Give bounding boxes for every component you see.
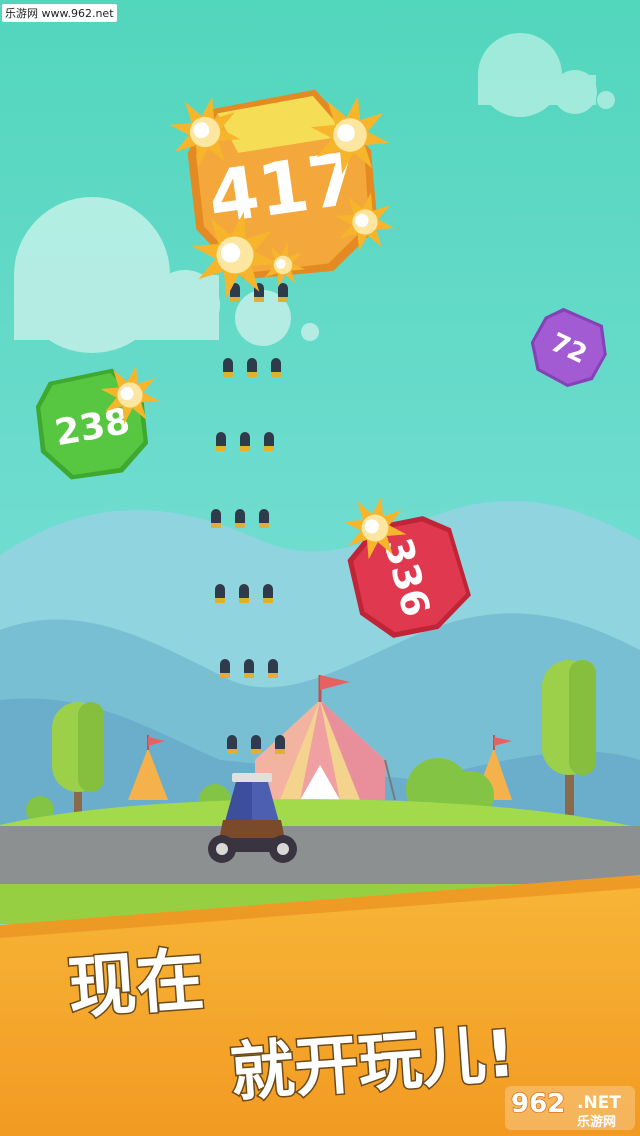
bullet-icon [259,509,269,528]
bullet-icon [271,358,281,377]
bullet-icon [216,432,226,451]
bullet-icon [227,735,237,754]
game-scene: 417 238 336 72 现在 就开玩儿! 962 .NET 乐游网 [0,0,640,1136]
bullet-icon [264,432,274,451]
bullet-icon [239,584,249,603]
bullet-icon [247,358,257,377]
site-logo: 962 .NET 乐游网 [505,1086,635,1130]
bullet-icon [240,432,250,451]
bullet-icon [244,659,254,678]
logo-net: .NET [577,1093,621,1113]
bullet-icon [275,735,285,754]
bullet-icon [223,358,233,377]
logo-number: 962 [511,1089,565,1119]
bullet-icon [263,584,273,603]
bullet-icon [278,283,288,302]
watermark: 乐游网 www.962.net [2,4,117,22]
promo-line-1: 现在 [66,941,207,1029]
logo-site-name: 乐游网 [577,1114,616,1130]
bullet-icon [251,735,261,754]
bullet-icon [268,659,278,678]
bullet-icon [235,509,245,528]
bullet-icon [220,659,230,678]
road [0,826,640,884]
bullet-icon [211,509,221,528]
bullet-icon [215,584,225,603]
